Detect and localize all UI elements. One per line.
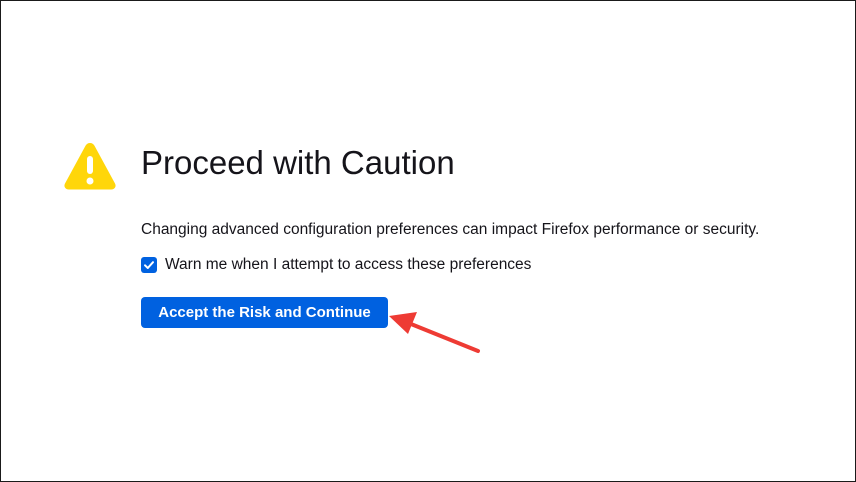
warn-checkbox[interactable] [141,257,157,273]
warning-icon [64,143,116,190]
warn-checkbox-row[interactable]: Warn me when I attempt to access these p… [141,255,531,275]
about-config-warning-page: Proceed with Caution Changing advanced c… [0,0,856,482]
warning-description: Changing advanced configuration preferen… [141,221,760,238]
accept-risk-button[interactable]: Accept the Risk and Continue [141,297,388,328]
annotation-arrow [389,312,480,353]
checkmark-icon [144,261,154,269]
warn-checkbox-label: Warn me when I attempt to access these p… [165,256,532,273]
page-title: Proceed with Caution [141,144,455,181]
